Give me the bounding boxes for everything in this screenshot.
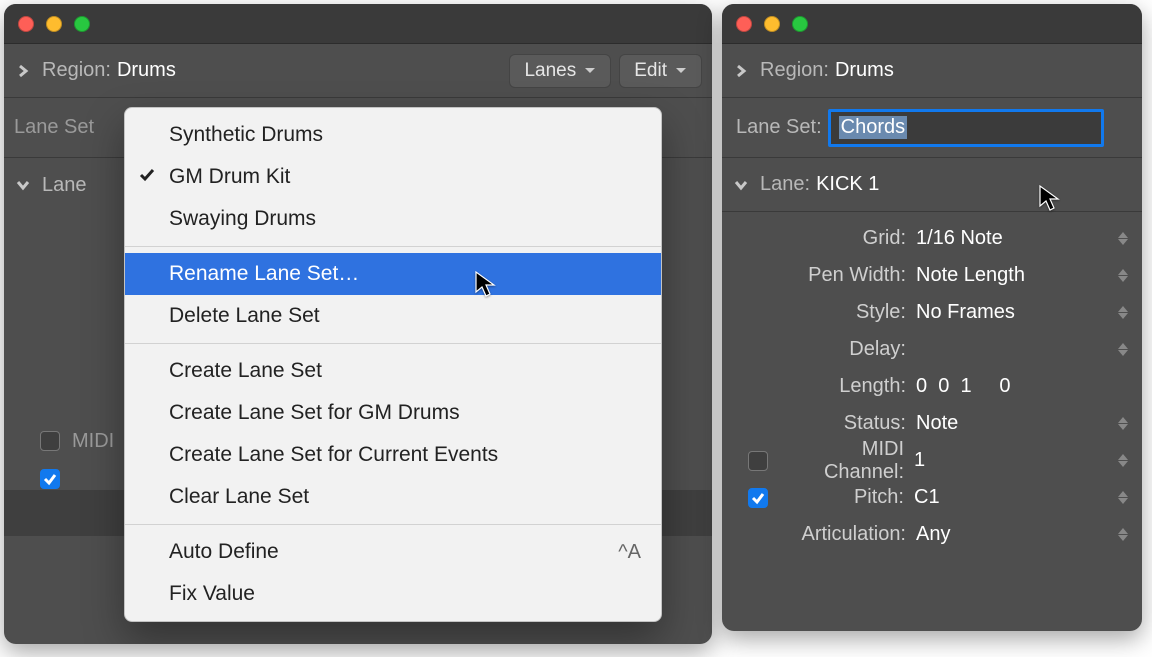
pen-width-label: Pen Width: xyxy=(726,264,916,287)
chevron-right-icon[interactable] xyxy=(732,62,750,80)
check-icon xyxy=(139,165,155,189)
region-label: Region: xyxy=(42,59,111,82)
articulation-label: Articulation: xyxy=(726,523,916,546)
chevron-down-icon[interactable] xyxy=(732,176,750,194)
edit-menu[interactable]: Edit xyxy=(619,54,702,88)
region-label: Region: xyxy=(760,59,829,82)
stepper-icon[interactable] xyxy=(1118,491,1134,504)
lane-set-input[interactable]: Chords xyxy=(828,109,1104,147)
pitch-checkbox[interactable] xyxy=(748,488,768,508)
lane-properties: Grid: 1/16 Note Pen Width: Note Length S… xyxy=(722,212,1142,553)
menu-item-create-lane-set[interactable]: Create Lane Set xyxy=(125,350,661,392)
menu-item-create-lane-set-gm[interactable]: Create Lane Set for GM Drums xyxy=(125,392,661,434)
titlebar[interactable] xyxy=(722,4,1142,44)
length-label: Length: xyxy=(726,375,916,398)
delay-label: Delay: xyxy=(726,338,916,361)
stepper-icon[interactable] xyxy=(1118,269,1134,282)
chevron-down-icon xyxy=(584,67,596,75)
pitch-value[interactable]: C1 xyxy=(914,486,1118,509)
menu-item-synthetic-drums[interactable]: Synthetic Drums xyxy=(125,114,661,156)
menu-separator xyxy=(125,246,661,247)
lane-set-value: Chords xyxy=(839,116,907,139)
minimize-icon[interactable] xyxy=(764,16,780,32)
editor-window-right: Region: Drums Lane Set: Chords Lane: KIC… xyxy=(722,4,1142,631)
region-value[interactable]: Drums xyxy=(117,59,176,82)
menu-separator xyxy=(125,524,661,525)
lane-label: Lane xyxy=(42,174,87,197)
menu-item-create-lane-set-events[interactable]: Create Lane Set for Current Events xyxy=(125,434,661,476)
pitch-label: Pitch: xyxy=(780,486,914,509)
maximize-icon[interactable] xyxy=(74,16,90,32)
grid-label: Grid: xyxy=(726,227,916,250)
midi-checkbox[interactable] xyxy=(40,431,60,451)
lane-value[interactable]: KICK 1 xyxy=(816,173,879,196)
articulation-value[interactable]: Any xyxy=(916,523,1118,546)
menu-separator xyxy=(125,343,661,344)
pitch-checkbox[interactable] xyxy=(40,469,60,489)
lanes-menu-label: Lanes xyxy=(524,60,576,82)
maximize-icon[interactable] xyxy=(792,16,808,32)
region-row[interactable]: Region: Drums xyxy=(722,44,1142,98)
stepper-icon[interactable] xyxy=(1118,232,1134,245)
lane-row[interactable]: Lane: KICK 1 xyxy=(722,158,1142,212)
region-value[interactable]: Drums xyxy=(835,59,894,82)
menu-item-clear-lane-set[interactable]: Clear Lane Set xyxy=(125,476,661,518)
close-icon[interactable] xyxy=(18,16,34,32)
stepper-icon[interactable] xyxy=(1118,306,1134,319)
midi-channel-label: MIDI Channel: xyxy=(780,438,914,484)
status-label: Status: xyxy=(726,412,916,435)
stepper-icon[interactable] xyxy=(1118,417,1134,430)
editor-window-left: Region: Drums Lanes Edit Lane Set xyxy=(4,4,712,644)
lane-set-row: Lane Set: Chords xyxy=(722,98,1142,158)
menu-item-rename-lane-set[interactable]: Rename Lane Set… xyxy=(125,253,661,295)
region-row[interactable]: Region: Drums Lanes Edit xyxy=(4,44,712,98)
keyboard-shortcut: ^A xyxy=(618,541,641,564)
chevron-right-icon[interactable] xyxy=(14,62,32,80)
menu-item-delete-lane-set[interactable]: Delete Lane Set xyxy=(125,295,661,337)
lane-set-context-menu: Synthetic Drums GM Drum Kit Swaying Drum… xyxy=(124,107,662,622)
pen-width-value[interactable]: Note Length xyxy=(916,264,1118,287)
menu-item-gm-drum-kit[interactable]: GM Drum Kit xyxy=(125,156,661,198)
menu-item-swaying-drums[interactable]: Swaying Drums xyxy=(125,198,661,240)
lane-set-label: Lane Set xyxy=(14,116,94,139)
close-icon[interactable] xyxy=(736,16,752,32)
stepper-icon[interactable] xyxy=(1118,454,1134,467)
lanes-menu[interactable]: Lanes xyxy=(509,54,611,88)
lane-set-label: Lane Set: xyxy=(736,116,822,139)
chevron-down-icon[interactable] xyxy=(14,176,32,194)
titlebar[interactable] xyxy=(4,4,712,44)
stepper-icon[interactable] xyxy=(1118,528,1134,541)
menu-item-auto-define[interactable]: Auto Define ^A xyxy=(125,531,661,573)
style-value[interactable]: No Frames xyxy=(916,301,1118,324)
grid-value[interactable]: 1/16 Note xyxy=(916,227,1118,250)
midi-channel-checkbox[interactable] xyxy=(748,451,768,471)
midi-channel-value[interactable]: 1 xyxy=(914,449,1118,472)
chevron-down-icon xyxy=(675,67,687,75)
minimize-icon[interactable] xyxy=(46,16,62,32)
stepper-icon[interactable] xyxy=(1118,343,1134,356)
status-value[interactable]: Note xyxy=(916,412,1118,435)
midi-row-label: MIDI xyxy=(72,430,114,453)
length-value[interactable]: 0 0 1 0 xyxy=(916,375,1134,398)
menu-item-fix-value[interactable]: Fix Value xyxy=(125,573,661,615)
lane-label: Lane: xyxy=(760,173,810,196)
style-label: Style: xyxy=(726,301,916,324)
edit-menu-label: Edit xyxy=(634,60,667,82)
